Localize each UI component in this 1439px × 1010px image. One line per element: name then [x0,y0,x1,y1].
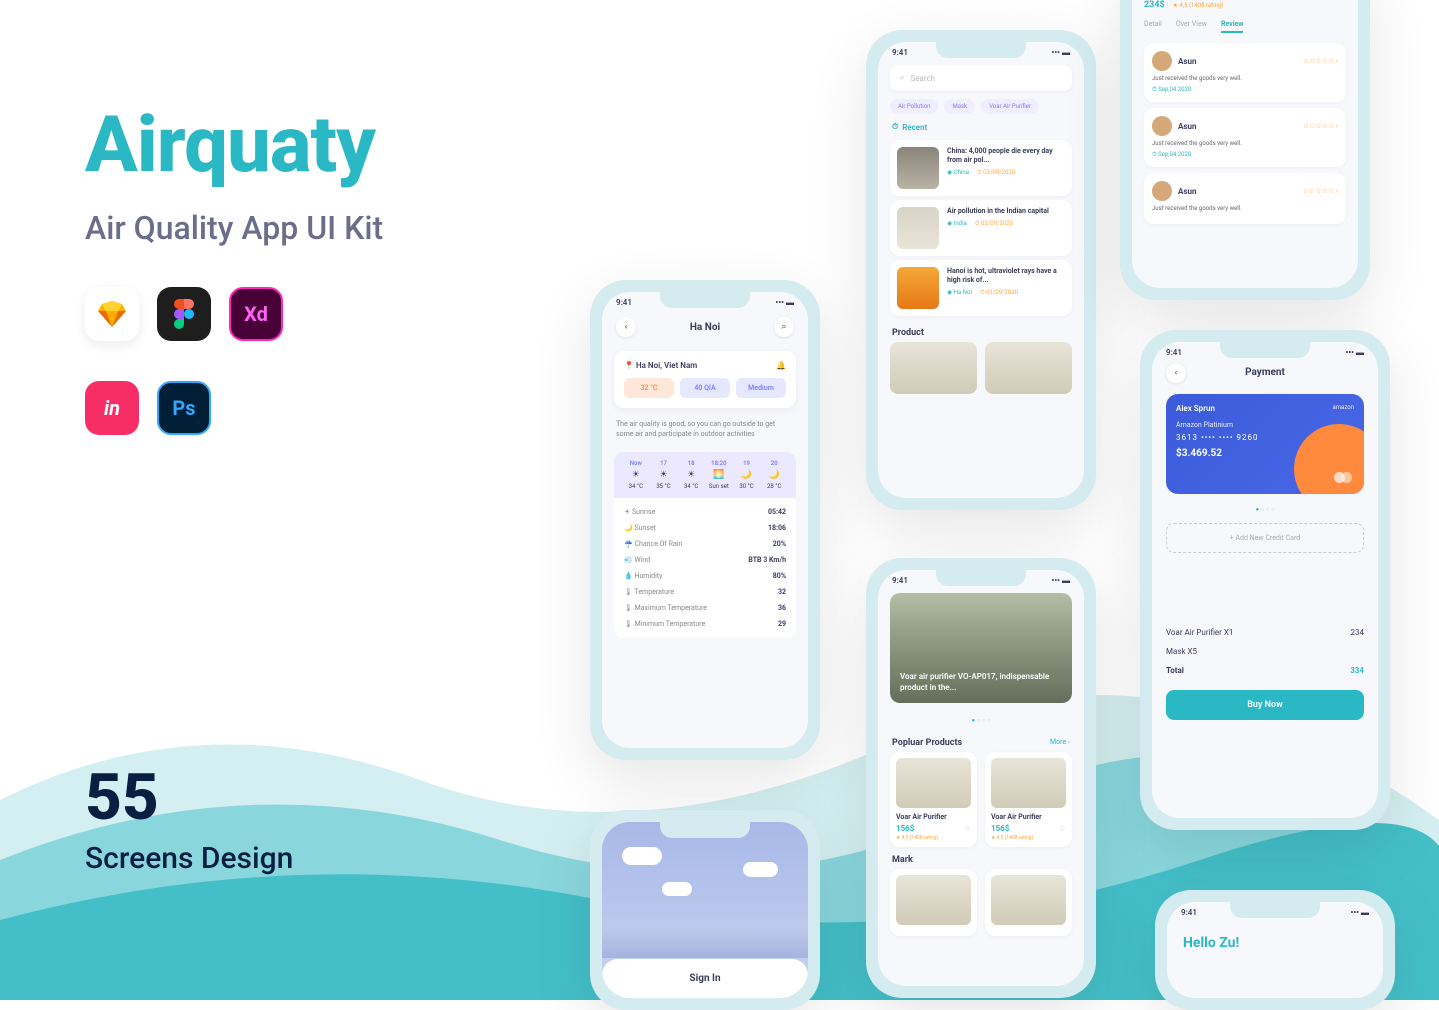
mark-header: Mark [892,855,913,865]
product-hero[interactable]: Voar air purifier VO-AP017, indispensabl… [890,593,1072,703]
card-pagination: ● ○ ○ ○ [1152,500,1378,519]
city-title: Ha Noi [690,322,720,333]
level-chip: Medium [736,378,786,398]
screens-count: 55 [85,760,293,835]
news-thumbnail [897,207,939,249]
news-item[interactable]: China: 4,000 people die every day from a… [890,140,1072,196]
cloud-icon [622,847,662,865]
status-time: 9:41 [1166,348,1182,357]
sketch-icon [85,287,139,341]
popular-header: Popluar Products [892,738,962,748]
review-tabs: Detail Over View Review [1132,16,1358,37]
air-description: The air quality is good, so you can go o… [602,412,808,448]
product-image [896,758,971,808]
avatar [1152,181,1172,201]
add-card-button[interactable]: + Add New Credit Card [1166,523,1364,553]
greeting: Hello Zu! [1167,917,1383,951]
review-item: Asun☆☆☆☆☆ › Just received the goods very… [1144,108,1346,167]
product-thumbnail[interactable] [985,342,1072,394]
status-time: 9:41 [892,48,908,57]
product-title: Airquaty [85,100,383,191]
search-input[interactable]: ⌕Search [890,65,1072,91]
tab-overview[interactable]: Over View [1176,20,1207,33]
product-card[interactable] [985,869,1072,936]
product-rating: ★ 4,5 (1408 rating) [1173,2,1224,9]
phone-payment: 9:41••• ▬ ‹ Payment Alex Sprun amazon Am… [1140,330,1390,830]
phone-hello: 9:41••• ▬ Hello Zu! [1155,890,1395,1010]
photoshop-icon: Ps [157,381,211,435]
location-label: 📍 Ha Noi, Viet Nam [624,361,697,370]
location-card: 📍 Ha Noi, Viet Nam 🔔 32 °C 40 QIA Medium [614,351,796,408]
bookmark-icon[interactable]: ☆ [964,824,971,833]
product-image [991,875,1066,925]
product-thumbnails [878,342,1084,394]
tab-review[interactable]: Review [1221,20,1244,33]
hourly-forecast: Now☀34 °C 17☀35 °C 18☀34 °C 18:20🌅Sun se… [614,452,796,498]
star-rating: ☆☆☆☆☆ › [1303,122,1338,130]
product-card[interactable]: Voar Air Purifier 156$☆ ★ 4,5 (1408 rati… [985,752,1072,847]
figma-icon [157,287,211,341]
bookmark-icon[interactable]: ☆ [1059,824,1066,833]
more-link[interactable]: More › [1050,738,1070,748]
status-time: 9:41 [616,298,632,307]
product-card[interactable] [890,869,977,936]
xd-icon: Xd [229,287,283,341]
avatar [1152,51,1172,71]
back-button[interactable]: ‹ [616,317,636,337]
temp-chip: 32 °C [624,378,674,398]
hero-block: Airquaty Air Quality App UI Kit Xd in Ps [85,100,383,435]
search-icon: ⌕ [900,73,904,83]
recent-header: ⏱ Recent [878,114,1084,136]
search-button[interactable]: ⌕ [774,317,794,337]
news-thumbnail [897,267,939,309]
phone-products: 9:41••• ▬ Voar air purifier VO-AP017, in… [866,558,1096,998]
review-item: Asun☆☆☆☆☆ › Just received the goods very… [1144,43,1346,102]
product-image [991,758,1066,808]
phone-search: 9:41••• ▬ ⌕Search Air Pollution Mask Voa… [866,30,1096,510]
product-card[interactable]: Voar Air Purifier 156$☆ ★ 4,5 (1408 rati… [890,752,977,847]
tab-detail[interactable]: Detail [1144,20,1162,33]
status-time: 9:41 [892,576,908,585]
product-header: Product [878,320,1084,342]
phone-reviews: Voar Air Purifier VO-AP017 234$★ 4,5 (14… [1120,0,1370,300]
tool-icons-row-2: in Ps [85,381,383,435]
phone-signin: Sign In [590,810,820,1010]
cloud-icon [743,862,778,877]
credit-card[interactable]: Alex Sprun amazon Amazon Platinium 3613 … [1166,394,1364,494]
tag[interactable]: Mask [944,99,975,114]
product-price: 234$ [1144,0,1165,10]
avatar [1152,116,1172,136]
review-item: Asun☆☆☆☆☆ › Just received the goods very… [1144,173,1346,224]
screens-count-label: Screens Design [85,841,293,876]
product-image [896,875,971,925]
bell-icon[interactable]: 🔔 [776,361,786,370]
signin-sheet[interactable]: Sign In [602,959,808,998]
star-rating: ☆☆☆☆☆ › [1303,187,1338,195]
news-item[interactable]: Hanoi is hot, ultraviolet rays have a hi… [890,260,1072,316]
status-icons: ••• ▬ [776,298,795,307]
cloud-icon [662,882,692,896]
search-tags: Air Pollution Mask Voar Air Purifier [878,99,1084,114]
invision-icon: in [85,381,139,435]
news-thumbnail [897,147,939,189]
skyline-illustration [602,928,808,958]
status-time: 9:41 [1181,908,1197,917]
order-summary: Voar Air Purifier X1234 Mask X5 Total334 [1166,623,1364,680]
tool-icons-row: Xd [85,287,383,341]
tag[interactable]: Voar Air Purifier [981,99,1039,114]
page-title: Payment [1245,367,1285,378]
buy-now-button[interactable]: Buy Now [1166,690,1364,720]
product-subtitle: Air Quality App UI Kit [85,209,383,247]
hero-pagination: ● ○ ○ ○ [878,711,1084,730]
aqi-chip: 40 QIA [680,378,730,398]
phone-weather: 9:41 ••• ▬ ‹ Ha Noi ⌕ 📍 Ha Noi, Viet Nam 🔔… [590,280,820,760]
screens-count-block: 55 Screens Design [85,760,293,876]
back-button[interactable]: ‹ [1166,363,1186,383]
mastercard-icon [1334,472,1352,484]
metrics-list: ☀ Sunrise05:42 🌙 Sunset18:06 ☔ Chance Of… [614,498,796,638]
product-thumbnail[interactable] [890,342,977,394]
star-rating: ☆☆☆☆☆ › [1303,57,1338,65]
news-item[interactable]: Air pollution in the Indian capital◉ Ind… [890,200,1072,256]
tag[interactable]: Air Pollution [890,99,938,114]
